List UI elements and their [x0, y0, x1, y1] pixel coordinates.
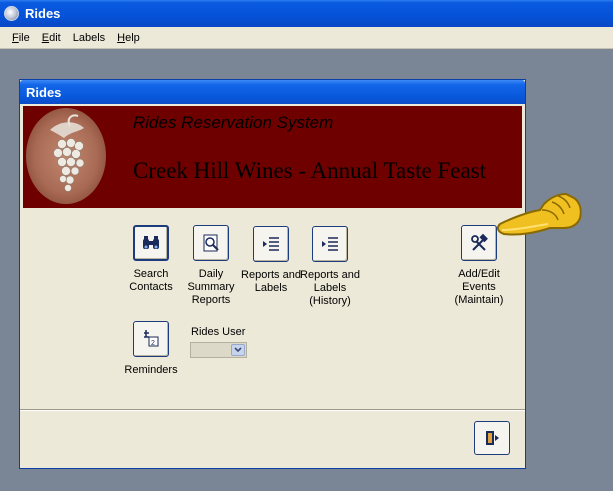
reports-and-labels-history-label: Reports and Labels (History): [300, 269, 360, 307]
report-list-icon: [263, 237, 279, 251]
reminders-label: Reminders: [124, 364, 178, 376]
report-preview-icon: [203, 234, 219, 252]
menu-help[interactable]: Help: [111, 32, 146, 44]
search-contacts-button[interactable]: [133, 225, 169, 261]
add-edit-events-label: Add/Edit Events (Maintain): [454, 268, 504, 306]
binoculars-icon: [143, 236, 159, 249]
app-icon: [4, 6, 19, 21]
chevron-down-icon[interactable]: [231, 344, 245, 356]
app-titlebar[interactable]: Rides: [0, 0, 613, 27]
banner-subtitle: Rides Reservation System: [133, 113, 334, 132]
app-title: Rides: [25, 6, 61, 21]
hammer-wrench-icon: [471, 233, 488, 251]
menu-labels[interactable]: Labels: [67, 32, 111, 44]
menu-file[interactable]: File: [6, 32, 36, 44]
reminder-icon: 2: [144, 330, 159, 347]
rides-user-select[interactable]: [190, 342, 247, 358]
pointing-hand-icon: [496, 192, 582, 236]
rides-window-titlebar[interactable]: Rides: [20, 80, 525, 104]
report-history-icon: [322, 237, 338, 251]
reports-and-labels-history-button[interactable]: [312, 226, 348, 262]
grape-logo: [26, 108, 106, 204]
banner: Rides Reservation System Creek Hill Wine…: [23, 106, 522, 208]
rides-window: Rides Rides Reservation System Creek Hil…: [19, 79, 526, 469]
rides-user-label: Rides User: [191, 326, 246, 338]
exit-door-icon: [486, 431, 499, 445]
exit-button[interactable]: [474, 421, 510, 455]
divider: [20, 409, 525, 411]
reminders-button[interactable]: 2: [133, 321, 169, 357]
menu-bar: File Edit Labels Help: [0, 27, 613, 49]
svg-text:2: 2: [151, 340, 155, 347]
rides-window-title: Rides: [26, 84, 62, 100]
menu-edit[interactable]: Edit: [36, 32, 67, 44]
banner-title: Creek Hill Wines - Annual Taste Feast: [133, 158, 487, 183]
reports-and-labels-button[interactable]: [253, 226, 289, 262]
daily-summary-reports-button[interactable]: [193, 225, 229, 261]
add-edit-events-button[interactable]: [461, 225, 497, 261]
